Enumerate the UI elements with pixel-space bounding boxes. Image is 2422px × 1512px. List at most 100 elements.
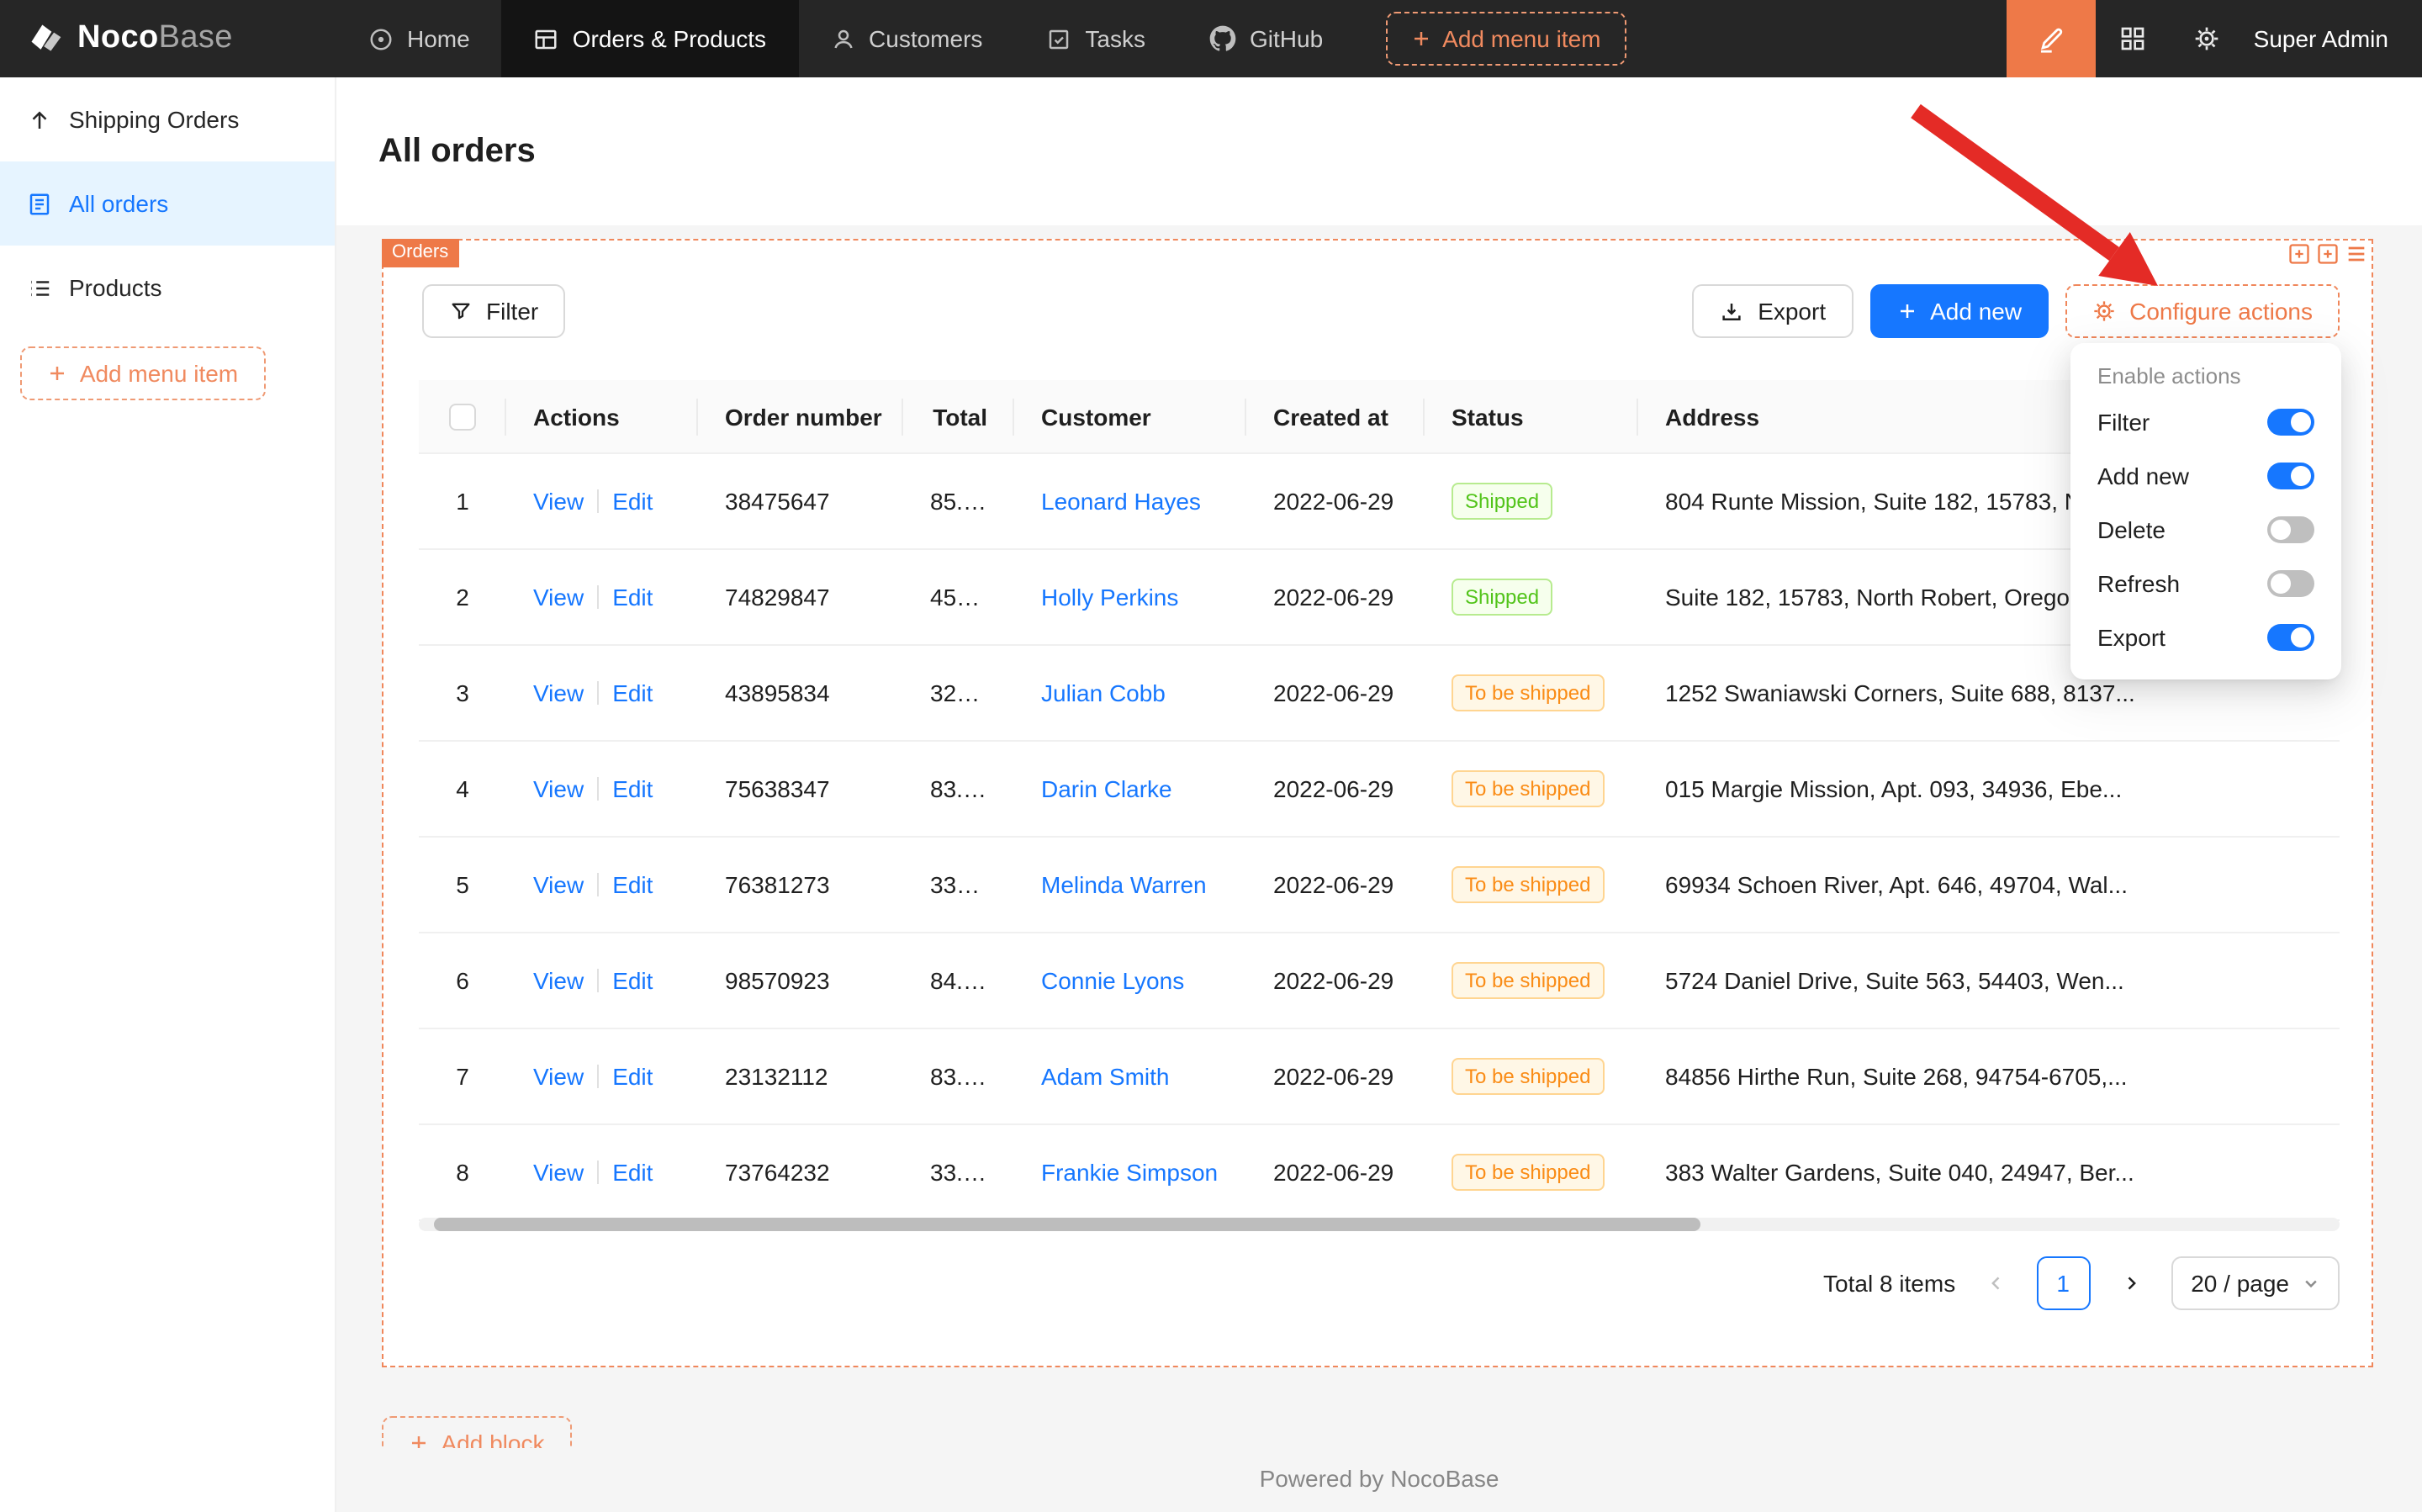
view-link[interactable]: View	[533, 1160, 584, 1187]
nav-item-github[interactable]: GitHub	[1177, 0, 1355, 77]
nav-item-orders-products[interactable]: Orders & Products	[502, 0, 798, 77]
divider	[597, 1065, 599, 1089]
edit-link[interactable]: Edit	[612, 584, 653, 611]
customer-link[interactable]: Darin Clarke	[1041, 776, 1172, 803]
add-menu-item-button[interactable]: Add menu item	[1385, 12, 1626, 66]
next-page-button[interactable]	[2103, 1256, 2157, 1310]
customer-link[interactable]: Connie Lyons	[1041, 968, 1184, 995]
order-number-cell: 76381273	[698, 838, 903, 933]
nocobase-logo[interactable]: NocoBase	[0, 20, 336, 57]
enable-action-delete[interactable]: Delete	[2077, 503, 2335, 557]
edit-link[interactable]: Edit	[612, 1064, 653, 1091]
view-link[interactable]: View	[533, 680, 584, 707]
view-link[interactable]: View	[533, 968, 584, 995]
sidebar-item-shipping-orders[interactable]: Shipping Orders	[0, 77, 335, 161]
created-at-cell: 2022-06-29	[1246, 550, 1425, 646]
divider	[597, 682, 599, 706]
add-new-toggle[interactable]	[2267, 463, 2314, 489]
customer-link[interactable]: Leonard Hayes	[1041, 489, 1201, 515]
prev-page-button[interactable]	[1969, 1256, 2023, 1310]
settings-button[interactable]	[2170, 0, 2244, 77]
view-link[interactable]: View	[533, 584, 584, 611]
enable-action-filter[interactable]: Filter	[2077, 395, 2335, 449]
total-cell: 83.00	[903, 742, 1014, 838]
customer-cell: Frankie Simpson	[1014, 1125, 1246, 1221]
horizontal-scrollbar-thumb[interactable]	[434, 1218, 1700, 1231]
add-column-icon[interactable]	[2287, 242, 2311, 266]
page-number-1[interactable]: 1	[2036, 1256, 2090, 1310]
edit-link[interactable]: Edit	[612, 1160, 653, 1187]
edit-link[interactable]: Edit	[612, 489, 653, 515]
arrow-up-icon	[27, 107, 52, 132]
plus-icon	[48, 363, 68, 383]
total-cell: 83.00	[903, 1029, 1014, 1125]
plus-icon	[410, 1433, 430, 1448]
sidebar-item-all-orders[interactable]: All orders	[0, 161, 335, 246]
edit-link[interactable]: Edit	[612, 776, 653, 803]
view-link[interactable]: View	[533, 1064, 584, 1091]
row-actions: View Edit	[506, 1029, 698, 1125]
row-index: 8	[419, 1125, 506, 1221]
select-all-checkbox[interactable]	[449, 404, 476, 431]
nav-item-tasks[interactable]: Tasks	[1014, 0, 1177, 77]
pagination: Total 8 items 1 20 / page	[1823, 1256, 2340, 1310]
column-header-created-at: Created at	[1246, 380, 1425, 454]
table-row: 7 ViewEdit 23132112 83.00 Adam Smith 202…	[419, 1029, 2340, 1125]
sidebar-add-menu-item-button[interactable]: Add menu item	[20, 346, 266, 400]
nav-item-customers[interactable]: Customers	[798, 0, 1014, 77]
refresh-toggle[interactable]	[2267, 570, 2314, 597]
home-icon	[368, 26, 394, 51]
enable-action-add-new[interactable]: Add new	[2077, 449, 2335, 503]
filter-toggle[interactable]	[2267, 409, 2314, 436]
enable-actions-dropdown: Enable actions Filter Add new Delete Ref…	[2070, 343, 2341, 679]
table-row: 2 ViewEdit 74829847 453.00 Holly Perkins…	[419, 550, 2340, 646]
table-row: 6 ViewEdit 98570923 84.00 Connie Lyons 2…	[419, 933, 2340, 1029]
export-button[interactable]: Export	[1692, 284, 1853, 338]
current-user[interactable]: Super Admin	[2244, 25, 2422, 52]
divider	[597, 778, 599, 801]
nav-item-label: Customers	[869, 25, 982, 52]
block-menu-icon[interactable]	[2345, 242, 2368, 266]
customer-link[interactable]: Frankie Simpson	[1041, 1160, 1218, 1187]
row-actions: View Edit	[506, 838, 698, 933]
created-at-cell: 2022-06-29	[1246, 1125, 1425, 1221]
order-number-cell: 73764232	[698, 1125, 903, 1221]
customer-cell: Adam Smith	[1014, 1029, 1246, 1125]
total-cell: 33.00	[903, 1125, 1014, 1221]
add-block-button[interactable]: Add block	[382, 1416, 572, 1448]
view-link[interactable]: View	[533, 872, 584, 899]
add-block-icon[interactable]	[2316, 242, 2340, 266]
row-actions: View Edit	[506, 1125, 698, 1221]
customer-link[interactable]: Adam Smith	[1041, 1064, 1170, 1091]
export-button-label: Export	[1758, 298, 1826, 325]
page-size-select[interactable]: 20 / page	[2171, 1256, 2340, 1310]
customer-link[interactable]: Melinda Warren	[1041, 872, 1207, 899]
enable-action-refresh[interactable]: Refresh	[2077, 557, 2335, 611]
customer-link[interactable]: Holly Perkins	[1041, 584, 1178, 611]
enable-action-export[interactable]: Export	[2077, 611, 2335, 664]
view-link[interactable]: View	[533, 489, 584, 515]
created-at-cell: 2022-06-29	[1246, 742, 1425, 838]
edit-link[interactable]: Edit	[612, 872, 653, 899]
export-toggle[interactable]	[2267, 624, 2314, 651]
page-title: All orders	[378, 132, 536, 171]
delete-toggle[interactable]	[2267, 516, 2314, 543]
divider	[597, 874, 599, 897]
customer-link[interactable]: Julian Cobb	[1041, 680, 1166, 707]
configure-actions-button[interactable]: Configure actions	[2065, 284, 2340, 338]
filter-button[interactable]: Filter	[422, 284, 565, 338]
sidebar-item-products[interactable]: Products	[0, 246, 335, 330]
column-header-total: Total	[903, 380, 1014, 454]
horizontal-scrollbar	[419, 1218, 2340, 1231]
ui-editor-button[interactable]	[2007, 0, 2096, 77]
plugin-manager-button[interactable]	[2096, 0, 2170, 77]
edit-link[interactable]: Edit	[612, 680, 653, 707]
address-cell: 84856 Hirthe Run, Suite 268, 94754-6705,…	[1638, 1029, 2340, 1125]
nav-item-home[interactable]: Home	[336, 0, 502, 77]
status-cell: To be shipped	[1425, 933, 1638, 1029]
configure-actions-label: Configure actions	[2129, 298, 2313, 325]
edit-link[interactable]: Edit	[612, 968, 653, 995]
add-new-button[interactable]: Add new	[1869, 284, 2049, 338]
row-index: 6	[419, 933, 506, 1029]
view-link[interactable]: View	[533, 776, 584, 803]
